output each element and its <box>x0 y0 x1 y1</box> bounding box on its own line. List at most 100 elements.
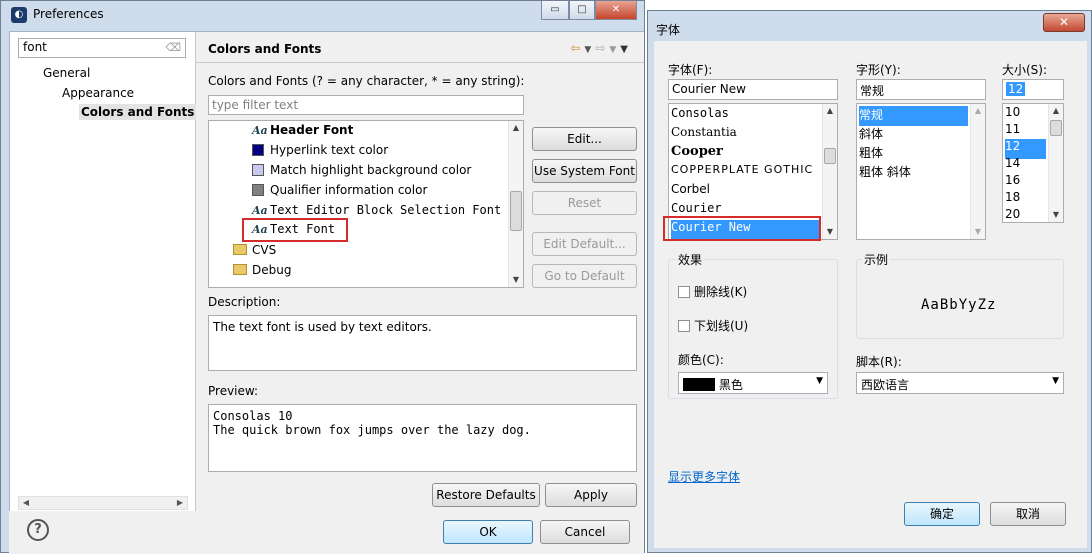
font-style-list[interactable]: 常规 斜体 粗体 粗体 斜体 ▲ ▼ <box>856 103 986 240</box>
scroll-up-icon[interactable]: ▲ <box>1049 104 1063 118</box>
tree-horizontal-scrollbar[interactable]: ◀ ▶ <box>18 496 188 510</box>
font-icon: Aa <box>252 204 268 217</box>
list-item-hyperlink-color[interactable]: Hyperlink text color <box>252 143 388 163</box>
tree-item-general[interactable]: General <box>43 66 90 80</box>
edit-default-button[interactable]: Edit Default... <box>532 232 637 256</box>
close-button[interactable]: ✕ <box>595 1 637 20</box>
folder-icon <box>233 264 247 275</box>
help-icon[interactable]: ? <box>27 519 49 541</box>
eclipse-app-icon: ◐ <box>11 7 27 23</box>
forward-arrow-icon[interactable]: ⇨ <box>595 41 609 55</box>
font-dialog-close-button[interactable]: ✕ <box>1043 13 1085 32</box>
scrollbar-thumb[interactable] <box>1050 120 1062 136</box>
font-size-value: 12 <box>1006 82 1026 96</box>
theme-list-scrollbar[interactable]: ▲ ▼ <box>508 121 523 287</box>
font-option-copperplate-gothic[interactable]: COPPERPLATE GOTHIC <box>671 163 821 183</box>
maximize-button[interactable]: □ <box>569 1 595 20</box>
text-font-highlight <box>242 218 348 242</box>
list-item-header-font[interactable]: Aa Header Font <box>252 123 353 143</box>
preferences-window: ◐ Preferences ▭ □ ✕ font ⌫ General Appea… <box>0 0 645 554</box>
type-filter-input[interactable]: type filter text <box>208 95 524 115</box>
filter-input-value: font <box>23 40 47 54</box>
history-nav: ⇦▼⇨▼▼ <box>570 41 632 55</box>
style-option-italic[interactable]: 斜体 <box>859 125 883 145</box>
preview-line-1: Consolas 10 <box>213 409 293 423</box>
strikeout-checkbox[interactable]: 删除线(K) <box>678 283 747 300</box>
script-label: 脚本(R): <box>856 355 902 369</box>
scroll-down-icon[interactable]: ▼ <box>823 225 837 239</box>
list-item-cvs[interactable]: CVS <box>233 243 276 263</box>
style-option-bold-italic[interactable]: 粗体 斜体 <box>859 163 911 183</box>
clear-filter-icon[interactable]: ⌫ <box>165 41 181 54</box>
font-family-input[interactable]: Courier New <box>668 79 838 100</box>
scroll-down-icon[interactable]: ▼ <box>509 273 523 287</box>
font-cancel-button[interactable]: 取消 <box>990 502 1066 526</box>
scroll-down-icon[interactable]: ▼ <box>1049 208 1063 222</box>
size-list-scrollbar[interactable]: ▲ ▼ <box>1048 104 1063 222</box>
show-more-fonts-link[interactable]: 显示更多字体 <box>668 468 740 485</box>
forward-menu-icon[interactable]: ▼ <box>609 45 620 55</box>
list-item-match-highlight-color[interactable]: Match highlight background color <box>252 163 471 183</box>
scroll-up-icon[interactable]: ▲ <box>509 121 523 135</box>
font-dialog-body: 字体(F): Courier New Consolas Constantia C… <box>654 41 1087 548</box>
scrollbar-thumb[interactable] <box>510 191 522 231</box>
list-item-qualifier-color[interactable]: Qualifier information color <box>252 183 427 203</box>
sample-text: AaBbYyZz <box>921 297 997 313</box>
use-system-font-button[interactable]: Use System Font <box>532 159 637 183</box>
scroll-up-icon[interactable]: ▲ <box>971 104 985 118</box>
cancel-button[interactable]: Cancel <box>540 520 630 544</box>
theme-list[interactable]: Aa Header Font Hyperlink text color Match… <box>208 120 524 288</box>
scrollbar-thumb[interactable] <box>824 148 836 164</box>
font-size-input[interactable]: 12 <box>1002 79 1064 100</box>
go-to-default-button[interactable]: Go to Default <box>532 264 637 288</box>
preview-label: Preview: <box>208 384 259 398</box>
courier-new-highlight <box>663 216 821 241</box>
view-menu-icon[interactable]: ▼ <box>620 44 632 55</box>
filter-input[interactable]: font ⌫ <box>18 38 186 58</box>
description-label: Description: <box>208 295 281 309</box>
script-select[interactable]: 西欧语言 ▼ <box>856 372 1064 394</box>
reset-button[interactable]: Reset <box>532 191 637 215</box>
color-label: 颜色(C): <box>678 353 724 367</box>
back-menu-icon[interactable]: ▼ <box>584 45 595 55</box>
font-option-constantia[interactable]: Constantia <box>671 125 821 145</box>
edit-button[interactable]: Edit... <box>532 127 637 151</box>
color-swatch-icon <box>252 164 264 176</box>
ok-button[interactable]: OK <box>443 520 533 544</box>
tree-item-colors-and-fonts[interactable]: Colors and Fonts <box>79 104 197 120</box>
font-option-consolas[interactable]: Consolas <box>671 106 821 126</box>
back-arrow-icon[interactable]: ⇦ <box>570 41 584 55</box>
style-option-regular[interactable]: 常规 <box>859 106 968 126</box>
font-option-cooper[interactable]: Cooper <box>671 144 821 164</box>
color-swatch-icon <box>252 184 264 196</box>
restore-defaults-button[interactable]: Restore Defaults <box>432 483 540 507</box>
sample-label: 示例 <box>862 251 891 268</box>
font-size-label: 大小(S): <box>1002 63 1048 77</box>
style-option-bold[interactable]: 粗体 <box>859 144 883 164</box>
title-divider <box>196 62 644 63</box>
style-list-scrollbar[interactable]: ▲ ▼ <box>970 104 985 239</box>
underline-checkbox[interactable]: 下划线(U) <box>678 317 748 334</box>
color-select[interactable]: 黑色 ▼ <box>678 372 828 394</box>
size-option-20[interactable]: 20 <box>1005 207 1020 222</box>
font-dialog: 字体 ✕ 字体(F): Courier New Consolas Constan… <box>647 10 1092 553</box>
apply-button[interactable]: Apply <box>545 483 637 507</box>
preview-line-2: The quick brown fox jumps over the lazy … <box>213 423 531 437</box>
font-option-corbel[interactable]: Corbel <box>671 182 821 202</box>
folder-icon <box>233 244 247 255</box>
scroll-left-icon[interactable]: ◀ <box>19 497 33 509</box>
dropdown-arrow-icon: ▼ <box>816 376 823 386</box>
font-list-scrollbar[interactable]: ▲ ▼ <box>822 104 837 239</box>
list-item-debug[interactable]: Debug <box>233 263 291 283</box>
tree-item-appearance[interactable]: Appearance <box>62 86 134 100</box>
scroll-up-icon[interactable]: ▲ <box>823 104 837 118</box>
minimize-button[interactable]: ▭ <box>541 1 569 20</box>
color-swatch-icon <box>252 144 264 156</box>
scroll-right-icon[interactable]: ▶ <box>173 497 187 509</box>
description-box: The text font is used by text editors. <box>208 315 637 371</box>
font-style-input[interactable]: 常规 <box>856 79 986 100</box>
font-size-list[interactable]: 10 11 12 14 16 18 20 ▲ ▼ <box>1002 103 1064 223</box>
font-ok-button[interactable]: 确定 <box>904 502 980 526</box>
font-style-label: 字形(Y): <box>856 63 901 77</box>
scroll-down-icon[interactable]: ▼ <box>971 225 985 239</box>
